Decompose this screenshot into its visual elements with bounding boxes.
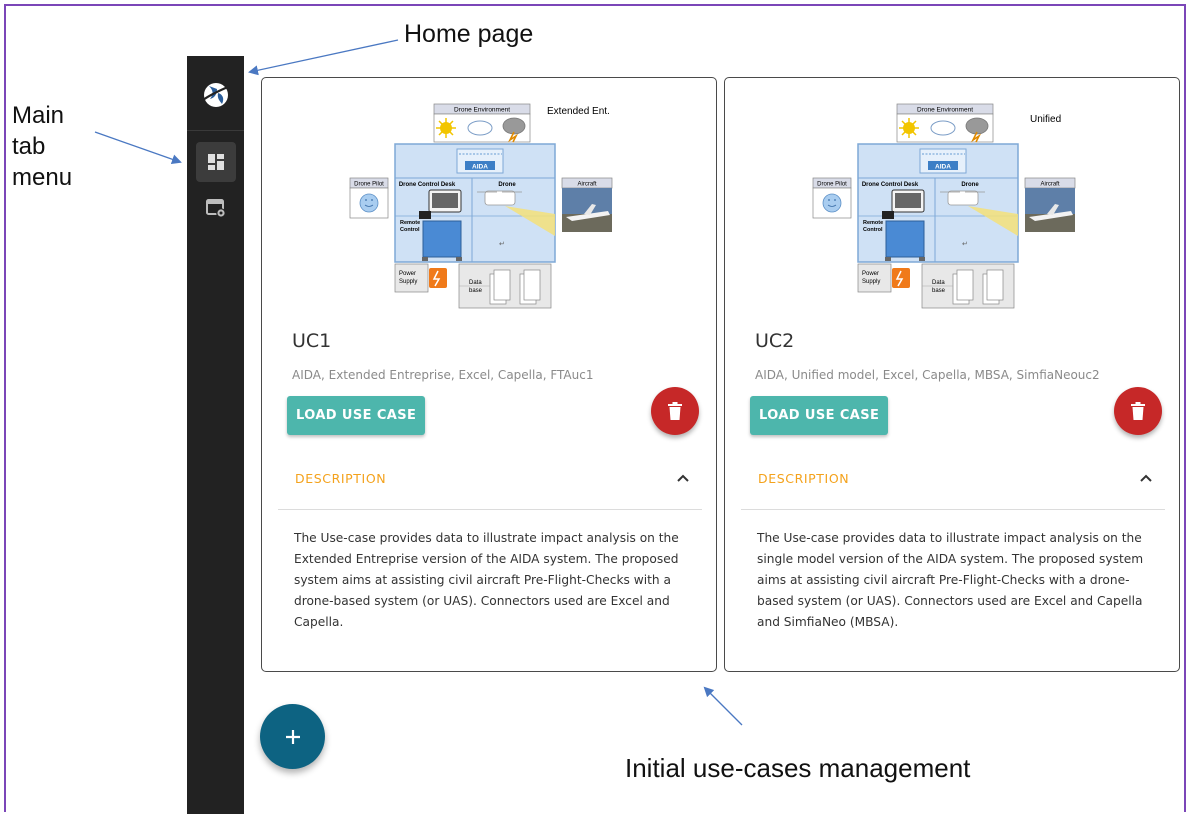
use-case-subtitle: AIDA, Unified model, Excel, Capella, MBS…: [755, 368, 1100, 382]
description-label: DESCRIPTION: [295, 470, 387, 486]
label-supply: Supply: [399, 279, 417, 285]
trash-icon: [668, 402, 682, 420]
use-case-diagram: Drone Environment Extended Ent. AIDA Dro…: [349, 103, 613, 309]
sidebar-item-dashboard[interactable]: [196, 142, 236, 182]
use-case-title: UC2: [755, 330, 795, 352]
use-case-card: Drone Environment Unified AIDA Drone Pil…: [724, 77, 1180, 672]
load-use-case-button[interactable]: LOAD USE CASE: [287, 396, 426, 435]
description-label: DESCRIPTION: [758, 470, 850, 486]
label-base: base: [469, 288, 483, 294]
label-drone: Drone: [961, 182, 979, 188]
label-drone-pilot: Drone Pilot: [354, 182, 384, 188]
diagram-caption: Unified: [1030, 114, 1061, 125]
label-power: Power: [399, 271, 416, 277]
diagram-caption: Extended Ent.: [547, 106, 610, 117]
label-aida: AIDA: [935, 164, 951, 171]
label-remote: Remote: [400, 220, 420, 226]
label-drone-environment: Drone Environment: [454, 107, 510, 114]
label-drone-pilot: Drone Pilot: [817, 182, 847, 188]
chevron-up-icon: [1140, 474, 1152, 482]
label-base: base: [932, 288, 946, 294]
use-case-card: Drone Environment Extended Ent. AIDA Dro…: [261, 77, 717, 672]
load-use-case-button[interactable]: LOAD USE CASE: [750, 396, 889, 435]
description-text: The Use-case provides data to illustrate…: [757, 531, 1144, 629]
label-power: Power: [862, 271, 879, 277]
use-case-subtitle: AIDA, Extended Entreprise, Excel, Capell…: [292, 368, 594, 382]
annotation-line: Main: [12, 102, 65, 129]
label-drone-control-desk: Drone Control Desk: [399, 182, 456, 188]
label-aida: AIDA: [472, 164, 488, 171]
label-drone-control-desk: Drone Control Desk: [862, 182, 919, 188]
sidebar-divider: [187, 130, 244, 131]
description-toggle[interactable]: DESCRIPTION: [278, 452, 702, 504]
annotation-main-tab-menu: Main tab menu: [12, 100, 72, 193]
annotation-home-page: Home page: [404, 20, 534, 48]
add-use-case-button[interactable]: [260, 704, 325, 769]
globe-logo-icon[interactable]: [201, 80, 231, 110]
annotation-line: tab: [12, 133, 46, 160]
use-case-title: UC1: [292, 330, 332, 352]
annotation-use-cases-management: Initial use-cases management: [625, 753, 971, 783]
label-remote: Remote: [863, 220, 883, 226]
label-supply: Supply: [862, 279, 880, 285]
label-drone-environment: Drone Environment: [917, 107, 973, 114]
trash-icon: [1131, 402, 1145, 420]
plus-icon: [285, 729, 300, 744]
svg-text:↵: ↵: [499, 241, 505, 248]
dashboard-icon: [208, 154, 224, 170]
delete-use-case-button[interactable]: [651, 387, 699, 435]
label-aircraft: Aircraft: [1040, 182, 1059, 188]
svg-text:↵: ↵: [962, 241, 968, 248]
main-sidebar: [187, 56, 244, 814]
description-text: The Use-case provides data to illustrate…: [294, 531, 679, 629]
label-data: Data: [469, 280, 482, 286]
description-divider: [741, 509, 1165, 510]
label-aircraft: Aircraft: [577, 182, 596, 188]
delete-use-case-button[interactable]: [1114, 387, 1162, 435]
label-control: Control: [863, 227, 883, 233]
sidebar-item-settings[interactable]: [196, 188, 236, 228]
label-data: Data: [932, 280, 945, 286]
settings-window-icon: [206, 199, 226, 218]
label-control: Control: [400, 227, 420, 233]
annotation-line: menu: [12, 164, 73, 191]
use-case-diagram: Drone Environment Unified AIDA Drone Pil…: [812, 103, 1076, 309]
chevron-up-icon: [677, 474, 689, 482]
description-divider: [278, 509, 702, 510]
description-toggle[interactable]: DESCRIPTION: [741, 452, 1165, 504]
label-drone: Drone: [498, 182, 516, 188]
